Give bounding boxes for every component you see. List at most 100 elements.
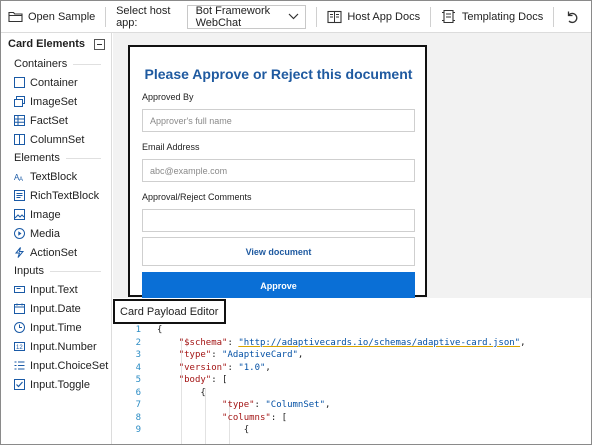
code-line: "type": "AdaptiveCard", xyxy=(178,350,304,360)
card-elements-title: Card Elements xyxy=(8,38,86,50)
open-sample-button[interactable]: Open Sample xyxy=(1,1,101,33)
element-label: Input.ChoiceSet xyxy=(30,359,109,372)
templating-docs-label: Templating Docs xyxy=(461,10,544,23)
imageset-icon xyxy=(14,96,25,107)
undo-button[interactable] xyxy=(558,1,591,33)
element-label: RichTextBlock xyxy=(30,189,100,202)
element-label: Input.Toggle xyxy=(30,378,90,391)
host-app-select[interactable]: Bot Framework WebChat xyxy=(186,4,306,29)
templating-docs-button[interactable]: Templating Docs xyxy=(435,1,549,33)
choiceset-icon xyxy=(14,360,25,371)
code-line: "$schema": "http://adaptivecards.io/sche… xyxy=(178,338,526,348)
clock-icon xyxy=(14,322,25,333)
element-label: Input.Text xyxy=(30,283,78,296)
textblock-icon: AA xyxy=(14,171,25,182)
line-number: 8 xyxy=(135,413,141,423)
code-line: "version": "1.0", xyxy=(178,363,271,373)
element-image[interactable]: Image xyxy=(1,205,111,224)
card-elements-header: Card Elements xyxy=(1,33,111,55)
line-number: 1 xyxy=(135,325,141,335)
approved-by-input[interactable]: Approver's full name xyxy=(142,109,415,132)
group-elements: Elements xyxy=(1,149,111,167)
group-divider xyxy=(65,157,101,159)
toolbar-divider xyxy=(430,6,431,27)
element-label: FactSet xyxy=(30,114,68,127)
designer-window: Open Sample Select host app: Bot Framewo… xyxy=(0,0,592,445)
container-icon xyxy=(14,77,25,88)
code-line: "type": "ColumnSet", xyxy=(222,400,331,410)
card-payload-editor-tab[interactable]: Card Payload Editor xyxy=(113,299,226,324)
code-line: { xyxy=(157,388,206,398)
code-line: { xyxy=(157,425,250,435)
code-area[interactable]: 1 { 2 "$schema": "http://adaptivecards.i… xyxy=(113,325,591,444)
element-imageset[interactable]: ImageSet xyxy=(1,92,111,111)
element-label: ColumnSet xyxy=(30,133,85,146)
element-factset[interactable]: FactSet xyxy=(1,111,111,130)
element-input-text[interactable]: Input.Text xyxy=(1,280,111,299)
element-label: TextBlock xyxy=(30,170,78,183)
host-app-value: Bot Framework WebChat xyxy=(195,4,271,29)
comments-label: Approval/Reject Comments xyxy=(142,192,252,202)
element-input-time[interactable]: Input.Time xyxy=(1,318,111,337)
element-label: ImageSet xyxy=(30,95,78,108)
factset-icon xyxy=(14,115,25,126)
line-number: 4 xyxy=(135,363,141,373)
calendar-icon xyxy=(14,303,25,314)
host-app-docs-label: Host App Docs xyxy=(347,10,421,23)
card-preview[interactable]: Please Approve or Reject this document A… xyxy=(128,45,427,300)
toolbar-divider xyxy=(553,6,555,27)
host-app-docs-button[interactable]: Host App Docs xyxy=(320,1,426,33)
line-number: 9 xyxy=(135,425,141,435)
element-media[interactable]: Media xyxy=(1,224,111,243)
line-number: 2 xyxy=(135,338,141,348)
element-textblock[interactable]: AA TextBlock xyxy=(1,167,111,186)
undo-icon xyxy=(564,9,580,25)
host-app-label: Select host app: xyxy=(116,4,171,29)
element-actionset[interactable]: ActionSet xyxy=(1,243,111,262)
line-number: 3 xyxy=(135,350,141,360)
toolbar-divider xyxy=(105,6,107,27)
template-icon xyxy=(441,9,457,25)
group-divider xyxy=(73,63,101,65)
group-containers: Containers xyxy=(1,55,111,73)
email-label: Email Address xyxy=(142,142,200,152)
line-number: 7 xyxy=(135,400,141,410)
element-richtextblock[interactable]: RichTextBlock xyxy=(1,186,111,205)
group-inputs: Inputs xyxy=(1,262,111,280)
element-label: ActionSet xyxy=(30,246,78,259)
input-text-icon xyxy=(14,284,25,295)
line-number: 6 xyxy=(135,388,141,398)
comments-input[interactable] xyxy=(142,209,415,232)
element-input-toggle[interactable]: Input.Toggle xyxy=(1,375,111,394)
collapse-icon[interactable] xyxy=(94,38,105,50)
canvas-scrollbar[interactable] xyxy=(584,34,591,296)
element-label: Input.Time xyxy=(30,321,82,334)
group-label: Containers xyxy=(14,58,68,70)
approved-by-label: Approved By xyxy=(142,92,194,102)
card-elements-panel: Card Elements Containers Container Image… xyxy=(1,33,112,444)
element-columnset[interactable]: ColumnSet xyxy=(1,130,111,149)
actionset-icon xyxy=(14,247,25,258)
code-line: { xyxy=(157,325,163,335)
element-input-choiceset[interactable]: Input.ChoiceSet xyxy=(1,356,111,375)
group-label: Elements xyxy=(14,152,60,164)
media-icon xyxy=(14,228,25,239)
open-sample-label: Open Sample xyxy=(28,10,96,23)
element-input-number[interactable]: 12 Input.Number xyxy=(1,337,111,356)
view-document-button[interactable]: View document xyxy=(142,237,415,266)
columnset-icon xyxy=(14,134,25,145)
svg-text:A: A xyxy=(19,177,23,182)
image-icon xyxy=(14,209,25,220)
element-label: Image xyxy=(30,208,61,221)
approve-button[interactable]: Approve xyxy=(142,272,415,300)
line-number: 5 xyxy=(135,375,141,385)
svg-text:12: 12 xyxy=(16,345,23,351)
element-label: Input.Date xyxy=(30,302,81,315)
element-label: Container xyxy=(30,76,78,89)
element-container[interactable]: Container xyxy=(1,73,111,92)
email-input[interactable]: abc@example.com xyxy=(142,159,415,182)
checkbox-icon xyxy=(14,379,25,390)
chevron-down-icon xyxy=(288,11,299,23)
group-label: Inputs xyxy=(14,265,44,277)
element-input-date[interactable]: Input.Date xyxy=(1,299,111,318)
